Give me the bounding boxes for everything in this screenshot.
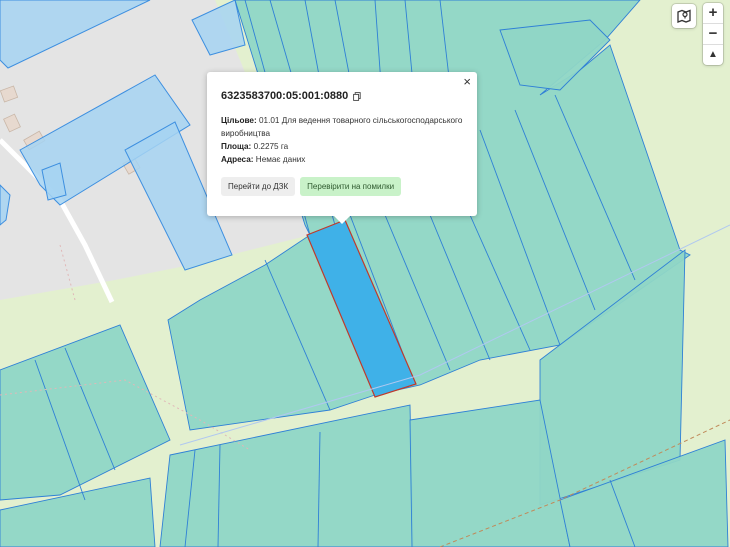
- cadastral-number: 6323583700:05:001:0880: [221, 90, 349, 102]
- area-label: Площа:: [221, 142, 252, 151]
- purpose-value: 01.01 Для ведення товарного сільськогосп…: [221, 116, 463, 138]
- zoom-controls: + − ▲: [703, 3, 723, 65]
- zoom-in-button[interactable]: +: [703, 3, 723, 23]
- zoom-out-button[interactable]: −: [703, 23, 723, 44]
- popup-actions: Перейти до ДЗК Перевірити на помилки: [221, 177, 402, 196]
- purpose-label: Цільове:: [221, 116, 257, 125]
- address-value: Немає даних: [255, 155, 306, 164]
- purpose-row: Цільове: 01.01 Для ведення товарного сіл…: [221, 114, 463, 140]
- address-row: Адреса: Немає даних: [221, 153, 463, 166]
- check-errors-button[interactable]: Перевірити на помилки: [300, 177, 402, 196]
- area-row: Площа: 0.2275 га: [221, 140, 463, 153]
- map-layers-icon: [677, 9, 691, 23]
- address-label: Адреса:: [221, 155, 254, 164]
- parcel-info: Цільове: 01.01 Для ведення товарного сіл…: [221, 114, 463, 166]
- area-value: 0.2275 га: [253, 142, 289, 151]
- compass-icon[interactable]: ▲: [703, 44, 723, 65]
- popup-tip: [334, 216, 350, 224]
- map-layers-button[interactable]: [672, 4, 696, 28]
- copy-icon[interactable]: [353, 91, 361, 101]
- go-to-dzk-button[interactable]: Перейти до ДЗК: [221, 177, 296, 196]
- popup-title: 6323583700:05:001:0880: [221, 90, 463, 102]
- close-icon[interactable]: ×: [463, 75, 471, 89]
- parcel-popup: × 6323583700:05:001:0880 Цільове: 01.01 …: [207, 72, 477, 224]
